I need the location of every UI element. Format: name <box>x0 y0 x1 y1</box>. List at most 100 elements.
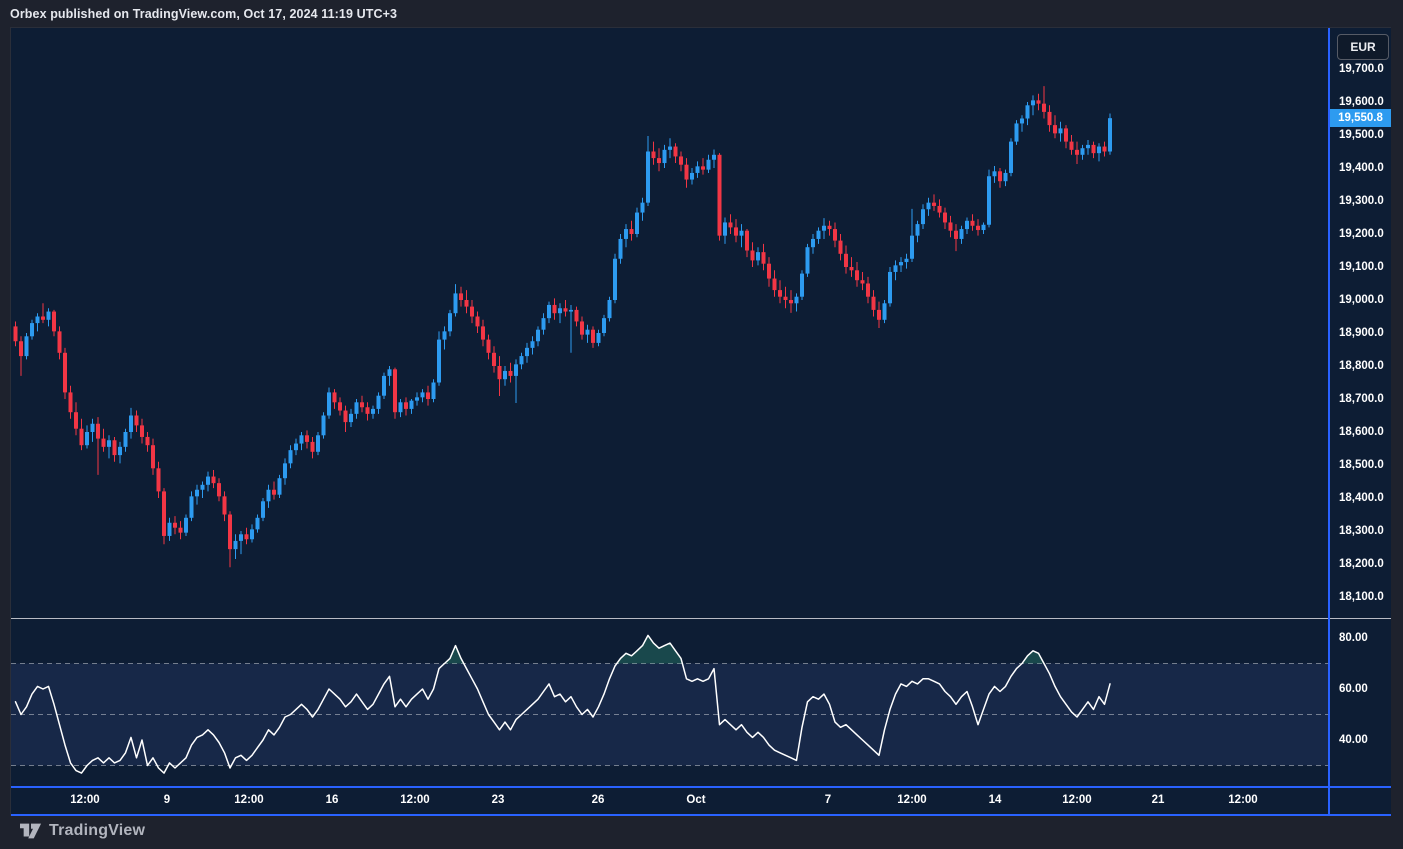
candle-body <box>806 247 810 273</box>
candle-body <box>729 222 733 227</box>
candle-body <box>338 402 342 410</box>
candle-body <box>767 264 771 279</box>
candle-body <box>707 160 711 170</box>
candle-body <box>558 308 562 313</box>
candle-body <box>784 297 788 300</box>
candle-body <box>745 231 749 251</box>
candle-body <box>1004 173 1008 181</box>
candle-body <box>184 518 188 533</box>
candle-body <box>102 439 106 447</box>
time-axis-label: 16 <box>326 794 339 806</box>
candle-body <box>234 541 238 549</box>
candle-body <box>960 229 964 239</box>
candle-body <box>613 259 617 300</box>
time-axis-label: 9 <box>164 794 170 806</box>
time-axis-label: 14 <box>989 794 1002 806</box>
candle-body <box>498 366 502 379</box>
candlestick-chart[interactable] <box>11 28 1328 618</box>
candle-body <box>85 432 89 445</box>
candle-body <box>294 444 298 451</box>
rsi-axis-label: 80.00 <box>1339 632 1368 644</box>
candle-body <box>635 213 639 234</box>
candle-body <box>377 396 381 409</box>
time-axis-label: 23 <box>492 794 505 806</box>
candle-body <box>261 501 265 518</box>
candle-body <box>525 348 529 356</box>
candle-body <box>800 274 804 297</box>
candle-body <box>476 317 480 327</box>
candle-body <box>47 312 51 320</box>
candle-body <box>168 523 172 536</box>
time-axis-label: 12:00 <box>897 794 926 806</box>
tradingview-brand-link[interactable]: TradingView <box>20 821 145 841</box>
candle-body <box>173 523 177 528</box>
price-axis-label: 19,300.0 <box>1339 195 1384 207</box>
candle-body <box>96 424 100 439</box>
candle-body <box>124 432 128 447</box>
candle-body <box>1037 100 1041 103</box>
candle-body <box>1070 142 1074 150</box>
candle-body <box>289 450 293 463</box>
candle-body <box>844 254 848 267</box>
rsi-indicator-pane[interactable] <box>11 619 1328 786</box>
candle-body <box>817 231 821 239</box>
candle-body <box>1026 105 1030 118</box>
candle-body <box>580 321 584 334</box>
price-axis-label: 18,500.0 <box>1339 459 1384 471</box>
publish-attribution-text: Orbex published on TradingView.com, Oct … <box>10 7 397 21</box>
candle-body <box>41 317 45 320</box>
candle-body <box>932 203 936 206</box>
candle-body <box>322 416 326 436</box>
price-axis-label: 18,200.0 <box>1339 558 1384 570</box>
candle-body <box>718 155 722 236</box>
candle-body <box>905 259 909 262</box>
time-axis-label: 12:00 <box>234 794 263 806</box>
candle-body <box>520 356 524 364</box>
candle-body <box>481 326 485 339</box>
candle-body <box>305 435 309 442</box>
candle-body <box>916 224 920 236</box>
candle-body <box>190 496 194 517</box>
candle-body <box>118 447 122 455</box>
candle-body <box>756 252 760 260</box>
candle-body <box>921 209 925 224</box>
candle-body <box>91 424 95 432</box>
currency-toggle-button[interactable]: EUR <box>1337 34 1389 60</box>
time-axis[interactable]: 12:00912:001612:002326Oct712:001412:0021… <box>11 786 1391 816</box>
candle-body <box>1031 100 1035 105</box>
candle-body <box>195 490 199 497</box>
candle-body <box>723 222 727 235</box>
candle-body <box>267 490 271 502</box>
candle-body <box>327 392 331 415</box>
candle-body <box>52 312 56 332</box>
tradingview-brand-text: TradingView <box>49 822 145 840</box>
price-axis-label: 18,300.0 <box>1339 525 1384 537</box>
candle-body <box>58 331 62 352</box>
candle-body <box>404 402 408 409</box>
candle-body <box>1103 147 1107 152</box>
time-axis-label: 12:00 <box>400 794 429 806</box>
candle-body <box>69 392 73 412</box>
candle-body <box>943 213 947 223</box>
candle-body <box>982 225 986 230</box>
candle-body <box>217 483 221 496</box>
price-axis-label: 19,200.0 <box>1339 228 1384 240</box>
time-axis-label: 7 <box>825 794 831 806</box>
candle-body <box>619 239 623 259</box>
candle-body <box>415 397 419 400</box>
candle-body <box>685 165 689 180</box>
candle-body <box>734 227 738 235</box>
candle-body <box>206 477 210 485</box>
candle-body <box>833 229 837 241</box>
candle-body <box>470 307 474 317</box>
candle-body <box>987 176 991 225</box>
candle-body <box>14 326 18 341</box>
candle-body <box>910 236 914 259</box>
candle-body <box>1064 128 1068 141</box>
candle-body <box>690 173 694 180</box>
candle-body <box>1097 147 1101 154</box>
price-axis[interactable]: EUR 19,550.8 19,700.019,600.019,500.019,… <box>1330 28 1391 816</box>
candle-body <box>877 310 881 320</box>
candle-body <box>129 416 133 433</box>
candle-body <box>311 442 315 452</box>
